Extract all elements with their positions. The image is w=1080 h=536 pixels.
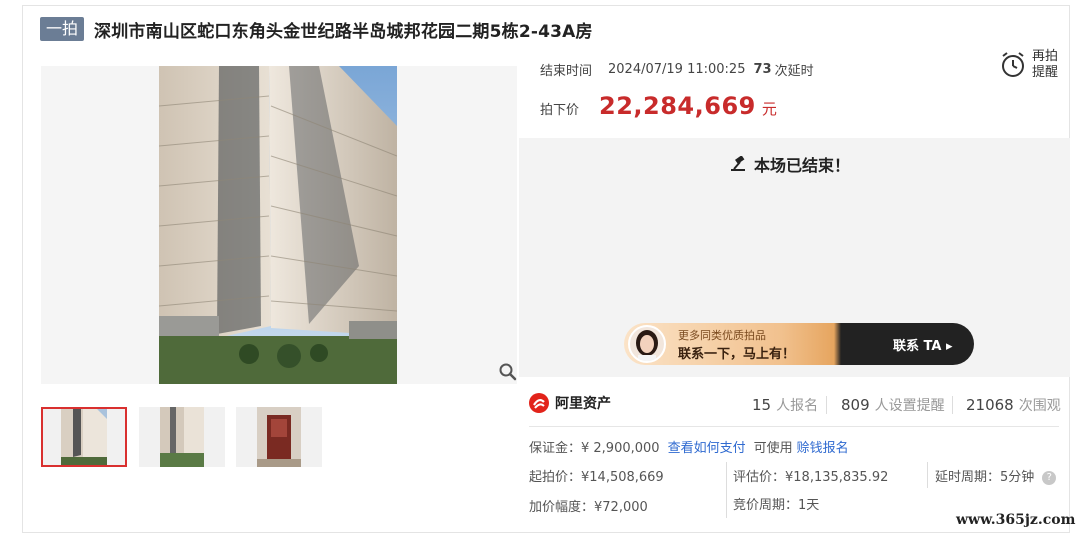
remind-label: 再拍提醒 xyxy=(1032,49,1059,80)
stat-registrations: 15 人报名 xyxy=(752,395,818,415)
final-price-row: 拍下价 22,284,669 元 xyxy=(540,92,777,120)
divider xyxy=(726,462,727,518)
deposit-row: 保证金：¥ 2,900,000 查看如何支付 可使用 赊钱报名 xyxy=(529,437,849,456)
appraisal-price: 评估价：¥18,135,835.92 xyxy=(733,470,889,485)
stat-registrations-count: 15 xyxy=(752,396,772,414)
contact-ta-button[interactable]: 联系 TA ▸ xyxy=(893,335,953,354)
stat-views: 21068 次围观 xyxy=(966,395,1061,415)
watermark: www.365jz.com xyxy=(956,512,1076,528)
divider xyxy=(529,426,1059,427)
thumbnail-2[interactable] xyxy=(139,407,225,467)
end-time-row: 结束时间 2024/07/19 11:00:25 73 次延时 xyxy=(540,60,814,79)
final-price-label: 拍下价 xyxy=(540,103,580,118)
ad-line-1: 更多同类优质拍品 xyxy=(678,329,766,342)
main-photo[interactable] xyxy=(41,66,517,384)
delay-suffix: 次延时 xyxy=(774,64,814,79)
stat-reminders-count: 809 xyxy=(841,396,870,414)
brand-row: 阿里资产 xyxy=(529,393,611,413)
how-to-pay-link[interactable]: 查看如何支付 xyxy=(668,437,746,456)
bid-increment: 加价幅度：¥72,000 xyxy=(529,500,648,515)
auction-ended-status: 本场已结束！ xyxy=(730,152,850,176)
ad-line-2: 联系一下，马上有！ xyxy=(678,347,796,362)
thumbnail-3[interactable] xyxy=(236,407,322,467)
stat-views-count: 21068 xyxy=(966,396,1014,414)
help-icon[interactable]: ? xyxy=(1042,470,1057,485)
agent-avatar xyxy=(628,325,666,363)
stat-registrations-label: 人报名 xyxy=(776,398,819,414)
credit-register-link[interactable]: 赊钱报名 xyxy=(797,437,849,456)
auction-round-badge: 一拍 xyxy=(40,17,85,41)
property-title: 深圳市南山区蛇口东角头金世纪路半岛城邦花园二期5栋2-43A房 xyxy=(94,21,593,42)
remind-button[interactable]: 再拍提醒 xyxy=(1000,49,1060,81)
deposit-label: 保证金：¥ 2,900,000 xyxy=(529,441,660,456)
gavel-icon xyxy=(731,156,745,171)
delay-period: 延时周期：5分钟? xyxy=(935,466,1057,485)
deposit-can-use: 可使用 xyxy=(753,441,793,456)
price-unit: 元 xyxy=(761,100,777,118)
bid-period: 竞价周期：1天 xyxy=(733,498,820,513)
stat-reminders-label: 人设置提醒 xyxy=(874,398,945,414)
brand-name: 阿里资产 xyxy=(555,396,611,412)
start-price: 起拍价：¥14,508,669 xyxy=(529,470,664,485)
final-price: 22,284,669 xyxy=(599,92,756,120)
building-photo xyxy=(159,66,397,384)
stat-views-label: 次围观 xyxy=(1018,398,1061,414)
zoom-icon[interactable] xyxy=(498,362,518,382)
end-time-value: 2024/07/19 11:00:25 xyxy=(608,62,746,77)
ali-assets-logo-icon xyxy=(529,393,549,413)
auction-ended-label: 本场已结束！ xyxy=(754,156,851,175)
end-time-label: 结束时间 xyxy=(540,64,593,79)
divider xyxy=(952,396,953,414)
title-row: 一拍 深圳市南山区蛇口东角头金世纪路半岛城邦花园二期5栋2-43A房 xyxy=(40,16,593,42)
delay-period-text: 延时周期：5分钟 xyxy=(935,470,1035,485)
divider xyxy=(826,396,827,414)
alarm-clock-icon xyxy=(1002,52,1024,77)
stat-reminders: 809 人设置提醒 xyxy=(841,395,945,415)
delay-count: 73 xyxy=(753,62,772,77)
thumbnail-1[interactable] xyxy=(41,407,127,467)
divider xyxy=(927,462,928,488)
